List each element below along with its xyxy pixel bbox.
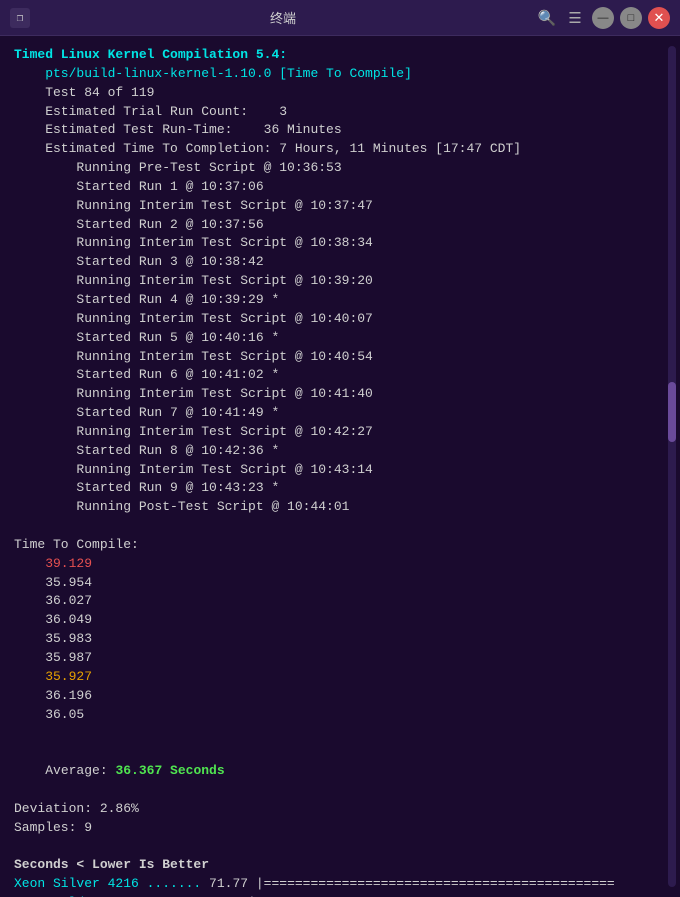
search-button[interactable]: 🔍 <box>536 7 558 29</box>
terminal-body: Timed Linux Kernel Compilation 5.4: pts/… <box>0 36 680 897</box>
info-line: Started Run 1 @ 10:37:06 <box>14 178 666 197</box>
window-title: 终端 <box>270 8 296 27</box>
header-line2: pts/build-linux-kernel-1.10.0 [Time To C… <box>14 65 666 84</box>
scrollbar-thumb[interactable] <box>668 382 676 442</box>
ttc-label: Time To Compile: <box>14 536 666 555</box>
info-line: Started Run 3 @ 10:38:42 <box>14 253 666 272</box>
menu-button[interactable]: ☰ <box>564 7 586 29</box>
titlebar: ❐ 终端 🔍 ☰ — □ ✕ <box>0 0 680 36</box>
blank1 <box>14 517 666 536</box>
result-line: 35.927 <box>14 668 666 687</box>
result-line: 35.983 <box>14 630 666 649</box>
titlebar-controls: 🔍 ☰ — □ ✕ <box>536 7 670 29</box>
results-block: 39.129 35.954 36.027 36.049 35.983 35.98… <box>14 555 666 725</box>
samples-line: Samples: 9 <box>14 819 666 838</box>
chart-block: Xeon Silver 4216 ....... 71.77 |========… <box>14 875 666 897</box>
info-line: Started Run 7 @ 10:41:49 * <box>14 404 666 423</box>
chart-header: Seconds < Lower Is Better <box>14 856 666 875</box>
result-line: 36.196 <box>14 687 666 706</box>
terminal-icon: ❐ <box>10 8 30 28</box>
info-line: Estimated Trial Run Count: 3 <box>14 103 666 122</box>
info-line: Started Run 6 @ 10:41:02 * <box>14 366 666 385</box>
info-line: Started Run 4 @ 10:39:29 * <box>14 291 666 310</box>
result-line: 36.049 <box>14 611 666 630</box>
average-line: Average: 36.367 Seconds <box>14 743 666 800</box>
result-line: 35.954 <box>14 574 666 593</box>
result-line: 39.129 <box>14 555 666 574</box>
scrollbar[interactable] <box>668 46 676 887</box>
info-line: Estimated Test Run-Time: 36 Minutes <box>14 121 666 140</box>
info-line: Started Run 9 @ 10:43:23 * <box>14 479 666 498</box>
header-line1: Timed Linux Kernel Compilation 5.4: <box>14 46 666 65</box>
info-block: Test 84 of 119 Estimated Trial Run Count… <box>14 84 666 517</box>
info-line: Running Pre-Test Script @ 10:36:53 <box>14 159 666 178</box>
blank2 <box>14 724 666 743</box>
info-line: Started Run 2 @ 10:37:56 <box>14 216 666 235</box>
info-line: Running Interim Test Script @ 10:38:34 <box>14 234 666 253</box>
info-line: Running Interim Test Script @ 10:41:40 <box>14 385 666 404</box>
chart-row: Xeon Silver 4216 ....... 71.77 |========… <box>14 875 666 894</box>
titlebar-left: ❐ <box>10 8 30 28</box>
info-line: Running Interim Test Script @ 10:42:27 <box>14 423 666 442</box>
result-line: 36.05 <box>14 706 666 725</box>
info-line: Running Interim Test Script @ 10:37:47 <box>14 197 666 216</box>
close-button[interactable]: ✕ <box>648 7 670 29</box>
info-line: Running Interim Test Script @ 10:40:07 <box>14 310 666 329</box>
info-line: Running Post-Test Script @ 10:44:01 <box>14 498 666 517</box>
info-line: Running Interim Test Script @ 10:39:20 <box>14 272 666 291</box>
maximize-button[interactable]: □ <box>620 7 642 29</box>
blank3 <box>14 837 666 856</box>
minimize-button[interactable]: — <box>592 7 614 29</box>
result-line: 35.987 <box>14 649 666 668</box>
result-line: 36.027 <box>14 592 666 611</box>
average-label: Average: <box>45 763 107 778</box>
info-line: Running Interim Test Script @ 10:43:14 <box>14 461 666 480</box>
info-line: Test 84 of 119 <box>14 84 666 103</box>
deviation-line: Deviation: 2.86% <box>14 800 666 819</box>
info-line: Started Run 8 @ 10:42:36 * <box>14 442 666 461</box>
info-line: Estimated Time To Completion: 7 Hours, 1… <box>14 140 666 159</box>
info-line: Started Run 5 @ 10:40:16 * <box>14 329 666 348</box>
info-line: Running Interim Test Script @ 10:40:54 <box>14 348 666 367</box>
average-value: 36.367 Seconds <box>108 763 225 778</box>
